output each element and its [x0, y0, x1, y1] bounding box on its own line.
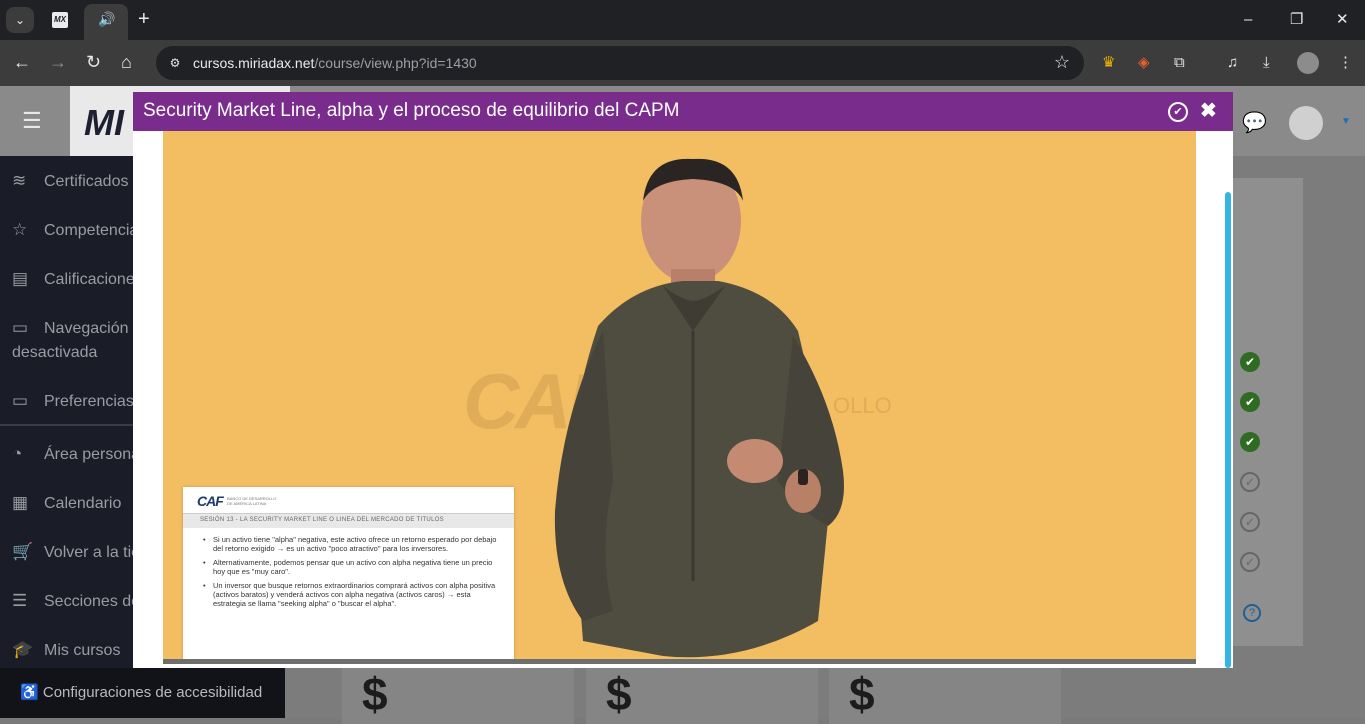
new-tab-button[interactable]: + [138, 8, 150, 30]
forward-arrow-icon[interactable]: → [49, 52, 67, 72]
course-card-dollar[interactable]: $ [829, 664, 1061, 724]
star-icon: ☆ [12, 220, 28, 239]
help-icon[interactable]: ? [1243, 604, 1261, 622]
sidebar-item-calendario[interactable]: ▦ Calendario [12, 491, 121, 516]
sidebar-item-label: Certificados [44, 173, 129, 190]
book-icon: ▤ [12, 269, 29, 288]
sidebar-item-label: Calendario [44, 495, 122, 512]
completion-empty-icon[interactable]: ✓ [1240, 552, 1260, 572]
completion-empty-icon[interactable]: ✓ [1240, 472, 1260, 492]
calendar-icon: ▦ [12, 493, 29, 512]
tab-favicon[interactable]: MX [52, 12, 68, 28]
caf-logo-subtitle: BANCO DE DESARROLLO DE AMÉRICA LATINA [227, 496, 276, 506]
address-bar[interactable]: ⚙ cursos.miriadax.net/course/view.php?id… [156, 46, 1084, 80]
url-host: cursos.miriadax.net [193, 55, 315, 71]
logo-text: MI [84, 102, 124, 143]
sidebar-item-preferencias[interactable]: ▭ Preferencias [12, 389, 134, 414]
sidebar-item-area-personal[interactable]: ◔ Área personal [12, 442, 144, 467]
menu-kebab-icon[interactable]: ⋮ [1338, 53, 1353, 73]
site-settings-icon[interactable]: ⚙ [166, 54, 184, 72]
slide-heading: SESIÓN 13 - LA SECURITY MARKET LINE O LI… [200, 517, 444, 523]
speaker-icon[interactable]: 🔊 [98, 11, 115, 28]
modal-scrollbar[interactable] [1225, 192, 1231, 668]
sidebar-item-label: Área personal [44, 446, 144, 463]
video-modal: Security Market Line, alpha y el proceso… [133, 92, 1233, 668]
chat-bubble-icon[interactable]: 💬 [1242, 110, 1267, 135]
accessibility-label: Configuraciones de accesibilidad [42, 684, 263, 701]
sidebar-item-label: Competencias [44, 222, 147, 239]
slide-bullet: Si un activo tiene "alpha" negativa, est… [201, 535, 501, 553]
close-window-icon[interactable]: ✕ [1336, 10, 1349, 30]
mark-complete-check-icon[interactable]: ✔ [1168, 102, 1188, 122]
video-progress-bar[interactable] [163, 659, 1196, 664]
hamburger-menu-icon[interactable]: ☰ [22, 108, 42, 134]
lecture-slide-overlay: CAF BANCO DE DESARROLLO DE AMÉRICA LATINA… [183, 487, 514, 664]
modal-title: Security Market Line, alpha y el proceso… [143, 100, 680, 121]
hat-extension-icon[interactable]: ◈ [1138, 53, 1150, 73]
list-icon: ☰ [12, 591, 28, 610]
slide-bullet: Alternativamente, podemos pensar que un … [201, 558, 501, 576]
crown-extension-icon[interactable]: ♛ [1102, 53, 1115, 73]
restore-icon[interactable]: ❐ [1290, 10, 1303, 30]
completion-check-icon[interactable]: ✔ [1240, 392, 1260, 412]
chevron-down-icon[interactable]: ▼ [1341, 116, 1351, 127]
accessibility-settings-button[interactable]: ♿ Configuraciones de accesibilidad [0, 668, 285, 718]
folder-icon: ▭ [12, 391, 29, 410]
extensions-puzzle-icon[interactable]: ⧉ [1174, 53, 1185, 73]
media-control-icon[interactable]: ♫ [1227, 53, 1238, 73]
completion-check-icon[interactable]: ✔ [1240, 352, 1260, 372]
caf-logo-subtitle-line: DE AMÉRICA LATINA [227, 501, 267, 506]
sidebar-item-certificados[interactable]: ≋ Certificados [12, 169, 128, 194]
slide-bullet-list: Si un activo tiene "alpha" negativa, est… [201, 535, 501, 613]
modal-header: Security Market Line, alpha y el proceso… [133, 92, 1233, 131]
completion-empty-icon[interactable]: ✓ [1240, 512, 1260, 532]
sidebar-item-mis-cursos[interactable]: 🎓 Mis cursos [12, 638, 120, 663]
folder-icon: ▭ [12, 318, 29, 337]
download-icon[interactable]: ⤓ [1263, 53, 1270, 73]
browser-tab-bar: ⌄ MX 🔊 + – ❐ ✕ [0, 0, 1365, 40]
sidebar-item-calificaciones[interactable]: ▤ Calificaciones [12, 267, 143, 292]
sidebar-item-label: Calificaciones [44, 271, 143, 288]
course-card-dollar[interactable]: $ [342, 664, 574, 724]
reload-icon[interactable]: ↻ [86, 52, 101, 72]
profile-avatar-icon[interactable] [1297, 52, 1319, 74]
tab-list-chevron-icon[interactable]: ⌄ [6, 7, 34, 33]
close-icon[interactable]: ✖ [1200, 100, 1217, 122]
user-avatar[interactable] [1289, 106, 1323, 140]
bookmark-star-icon[interactable]: ☆ [1054, 52, 1070, 73]
home-icon[interactable]: ⌂ [121, 52, 132, 72]
sidebar-item-competencias[interactable]: ☆ Competencias [12, 218, 146, 243]
dashboard-icon: ◔ [12, 444, 23, 463]
sidebar-item-label: Navegación [44, 320, 129, 337]
course-card-dollar[interactable]: $ [586, 664, 818, 724]
browser-toolbar: ← → ↻ ⌂ ⚙ cursos.miriadax.net/course/vie… [0, 40, 1365, 86]
back-arrow-icon[interactable]: ← [13, 52, 31, 72]
url-path: /course/view.php?id=1430 [314, 55, 477, 71]
slide-bullet: Un inversor que busque retornos extraord… [201, 581, 501, 608]
hat-icon: 🎓 [12, 640, 34, 659]
sidebar-item-navegacion[interactable]: ▭ Navegación [12, 316, 129, 341]
video-player[interactable]: CAF OLLO CAF BANCO DE DESARROLLO DE AMÉRI… [163, 131, 1196, 664]
minimize-icon[interactable]: – [1244, 10, 1252, 30]
sidebar-item-label-continuation[interactable]: desactivada [12, 341, 97, 365]
url-text[interactable]: cursos.miriadax.net/course/view.php?id=1… [193, 55, 477, 71]
layers-icon: ≋ [12, 171, 27, 190]
completion-check-icon[interactable]: ✔ [1240, 432, 1260, 452]
cart-icon: 🛒 [12, 542, 34, 561]
caf-logo: CAF [197, 493, 224, 509]
sidebar-item-label: Mis cursos [44, 642, 121, 659]
sidebar-item-label: Preferencias [44, 393, 134, 410]
presenter-figure [554, 158, 844, 658]
accessibility-icon: ♿ [20, 684, 43, 701]
